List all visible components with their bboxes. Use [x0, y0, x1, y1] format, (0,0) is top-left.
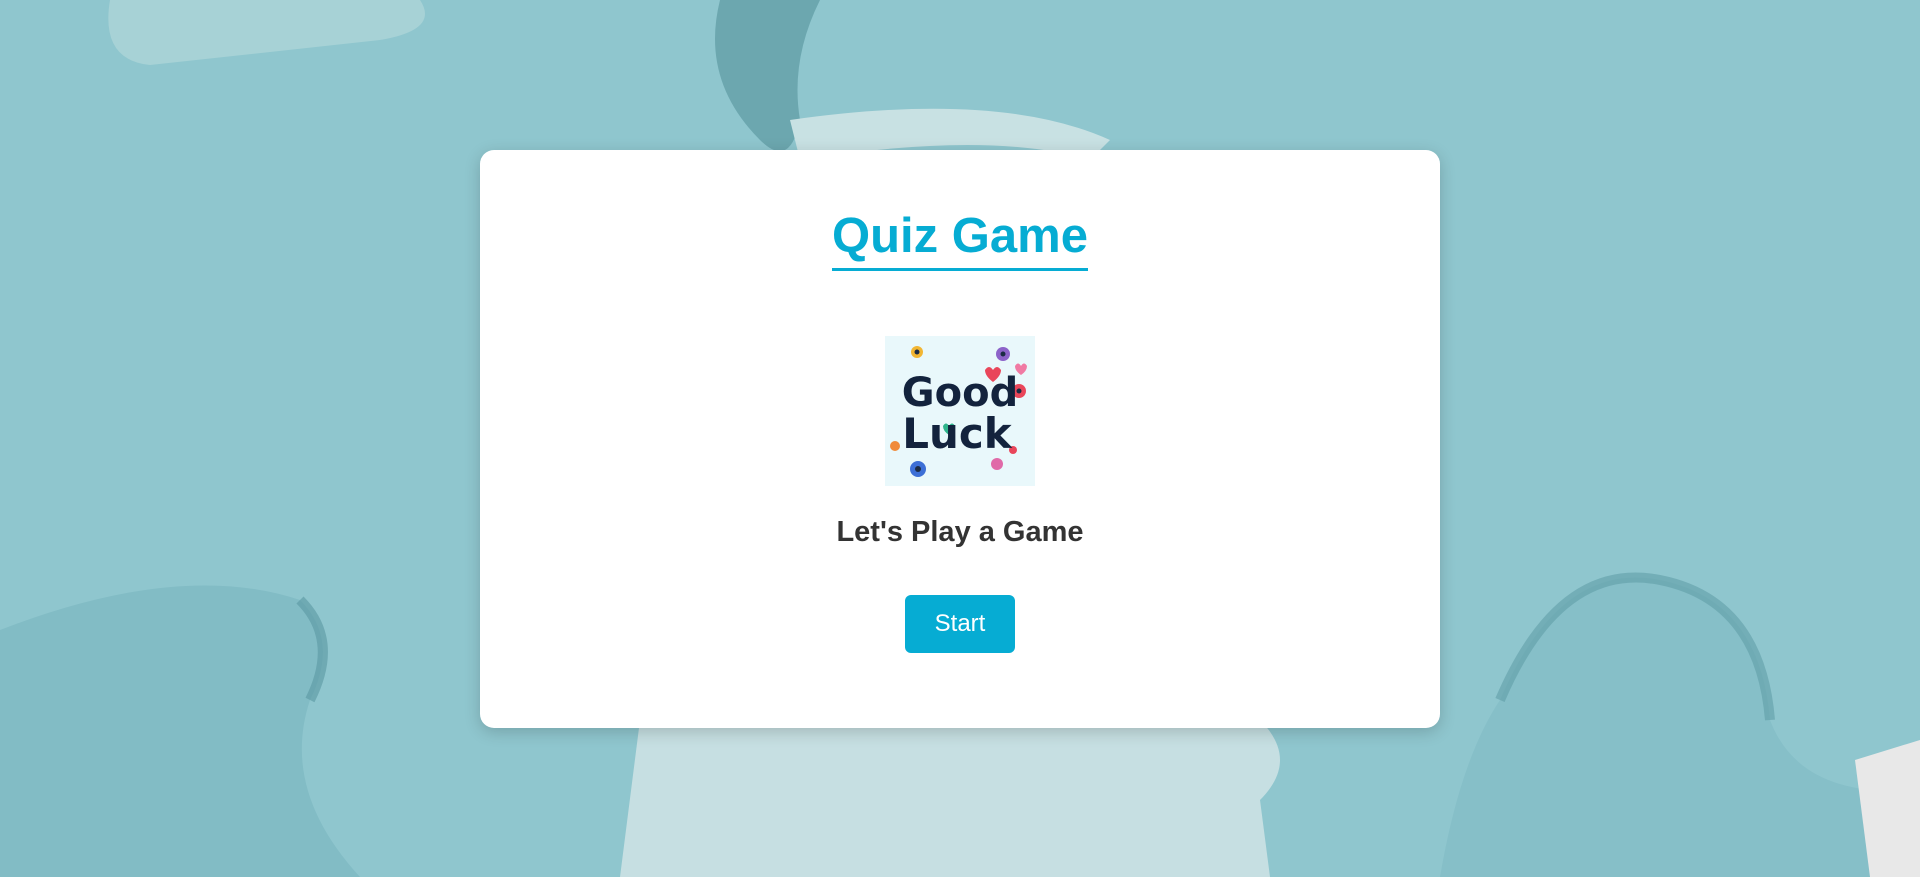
quiz-start-card: Quiz Game Good Luck Let's Play a Game St…	[480, 150, 1440, 728]
title-container: Quiz Game	[480, 208, 1440, 272]
subtitle-container: Let's Play a Game	[480, 516, 1440, 549]
subtitle-text: Let's Play a Game	[836, 516, 1084, 548]
svg-text:Luck: Luck	[902, 409, 1013, 458]
start-button[interactable]: Start	[905, 595, 1015, 653]
good-luck-image: Good Luck	[885, 336, 1035, 486]
good-luck-logo: Good Luck	[885, 336, 1035, 486]
page-title: Quiz Game	[832, 208, 1088, 272]
